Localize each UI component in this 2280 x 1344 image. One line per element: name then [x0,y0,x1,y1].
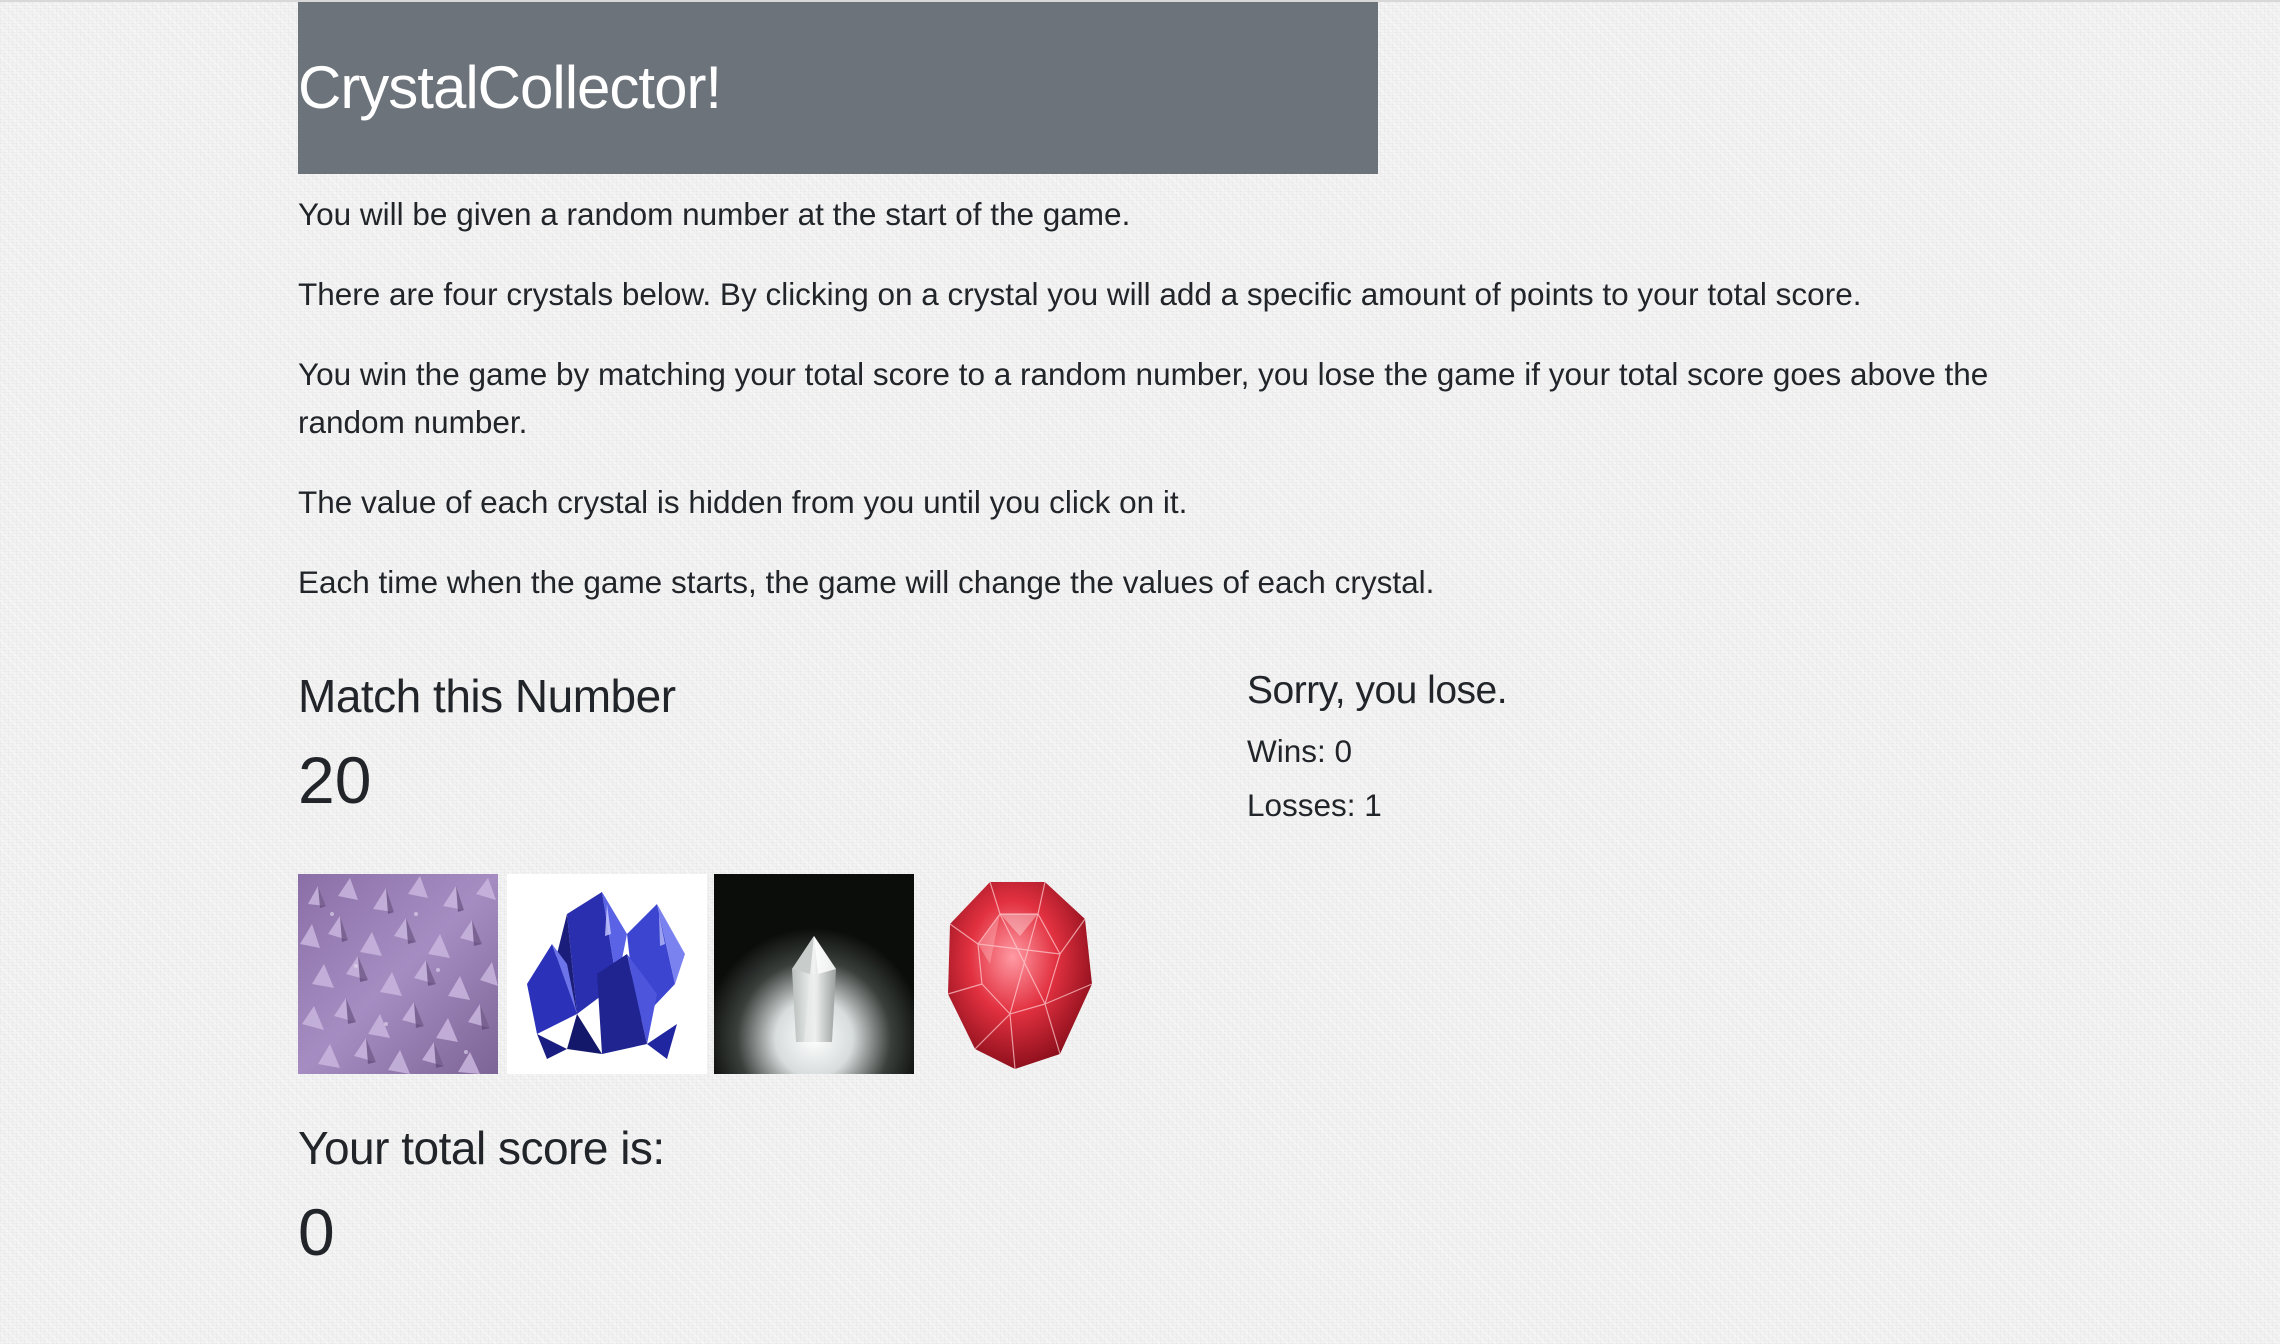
instruction-4: The value of each crystal is hidden from… [298,484,1188,520]
quartz-crystal-icon [714,874,914,1074]
ruby-crystal-icon [947,881,1093,1070]
score-label: Your total score is: [298,1122,665,1174]
page-title: CrystalCollector! [298,54,722,121]
amethyst-crystal-button[interactable] [298,874,498,1074]
header-banner: CrystalCollector! [298,2,1378,174]
wins-counter: Wins: 0 [1247,733,1353,769]
result-message: Sorry, you lose. [1247,669,1508,712]
score-value: 0 [298,1195,335,1269]
sapphire-crystal-button[interactable] [507,874,707,1074]
sapphire-crystal-icon [527,892,685,1059]
target-label: Match this Number [298,670,676,722]
losses-counter: Losses: 1 [1247,787,1382,823]
instruction-2: There are four crystals below. By clicki… [298,276,1862,312]
instruction-3: You win the game by matching your total … [298,356,1989,440]
target-number: 20 [298,743,372,817]
ruby-crystal-button[interactable] [920,874,1120,1074]
amethyst-crystal-icon [298,874,498,1074]
instruction-5: Each time when the game starts, the game… [298,564,1435,600]
quartz-crystal-button[interactable] [714,874,914,1074]
instruction-1: You will be given a random number at the… [298,196,1131,232]
